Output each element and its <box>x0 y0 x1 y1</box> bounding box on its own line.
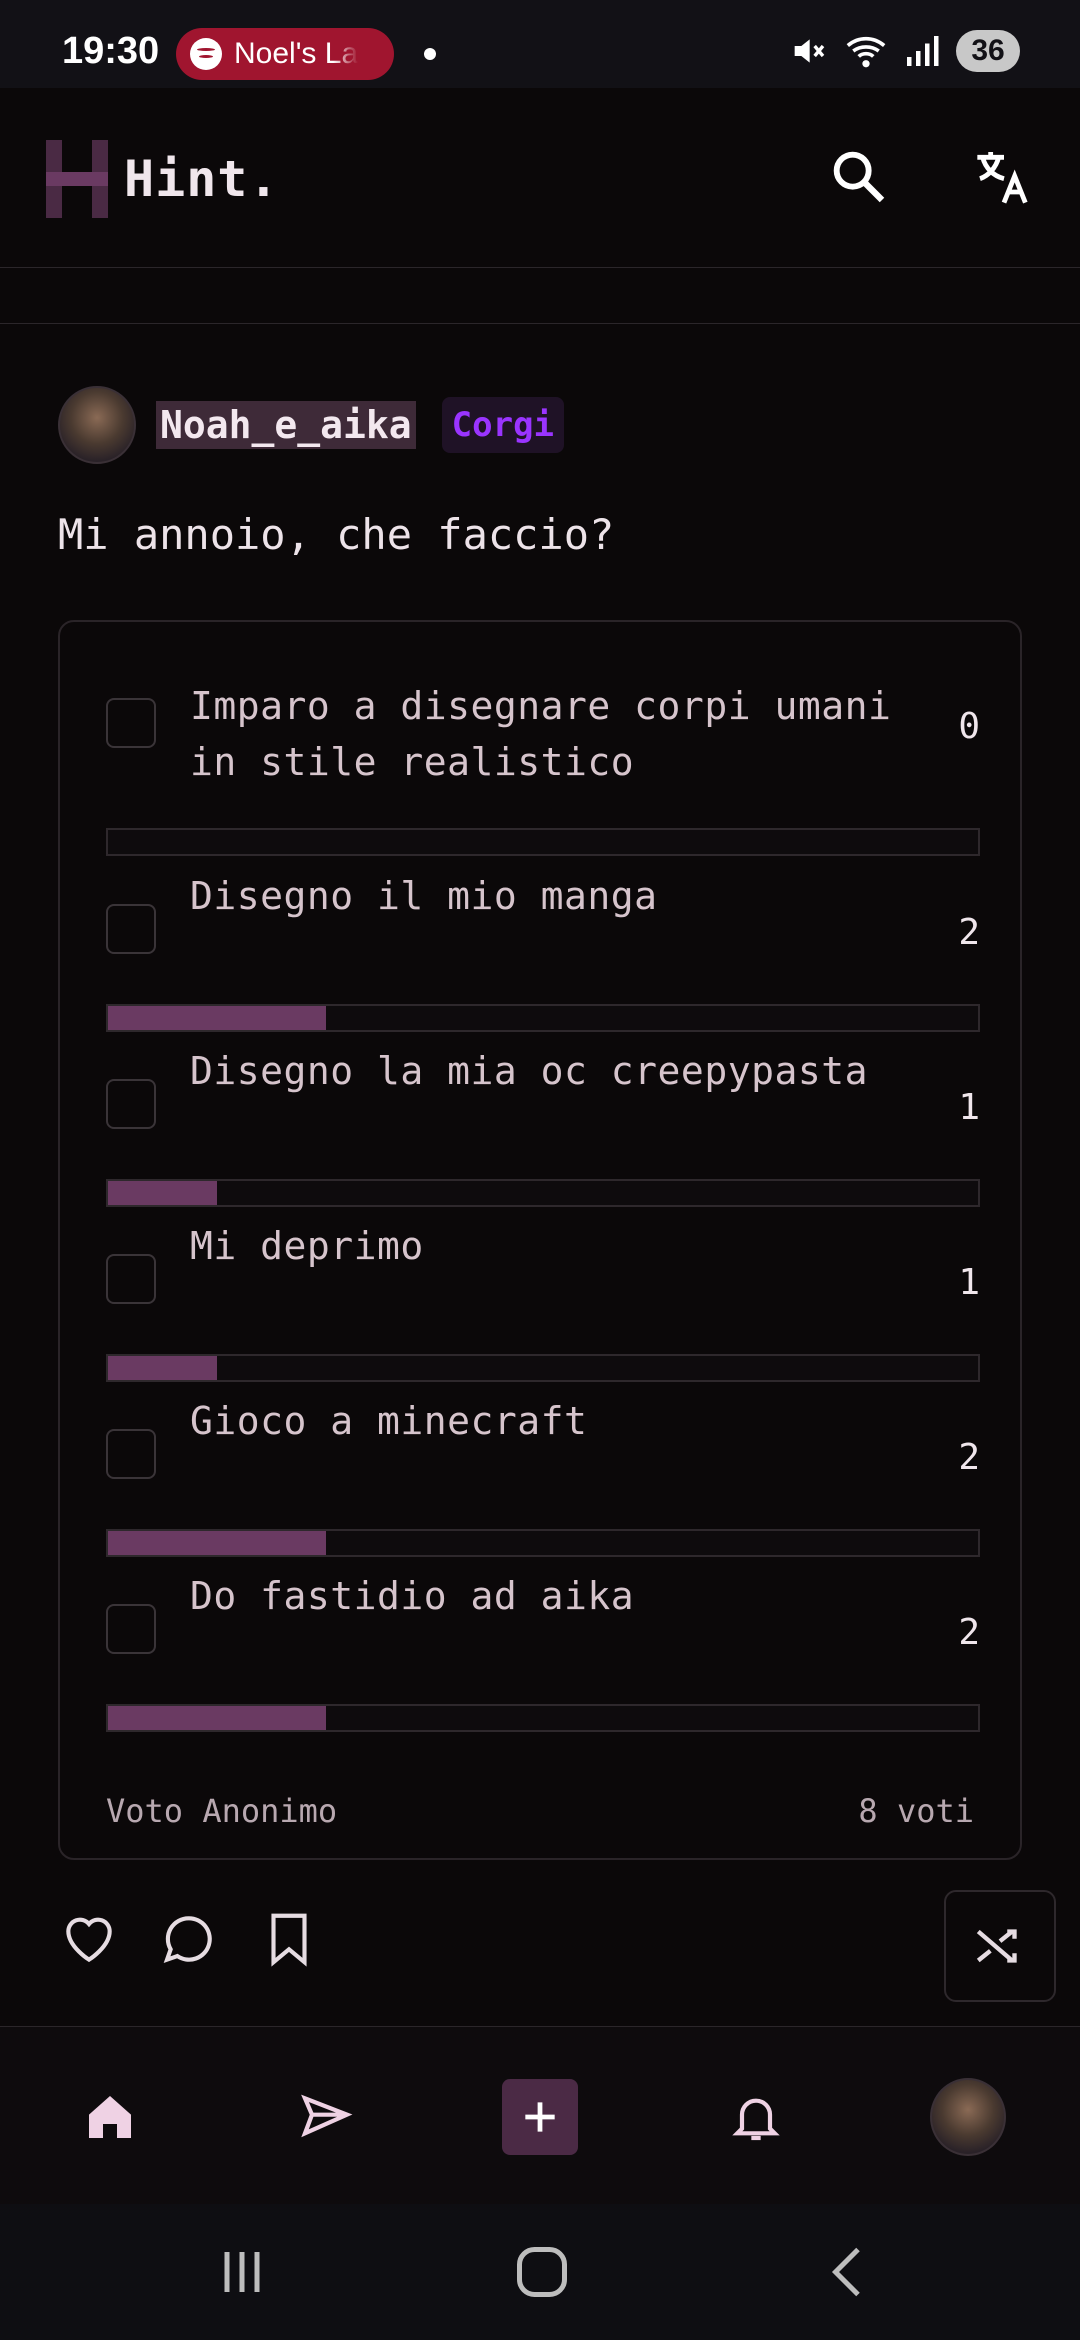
poll-option-label: Gioco a minecraft <box>190 1399 588 1443</box>
poll-total: 8 voti <box>858 1792 974 1830</box>
poll-option-bar-fill <box>108 1181 217 1205</box>
app-name: Hint. <box>124 150 280 208</box>
search-icon[interactable] <box>826 144 890 208</box>
poll-option-label: Mi deprimo <box>190 1224 424 1268</box>
poll-option-bar <box>106 1004 980 1032</box>
comment-icon[interactable] <box>158 1908 220 1970</box>
poll-option-count: 1 <box>958 1262 980 1303</box>
heart-icon[interactable] <box>58 1908 120 1970</box>
post-author[interactable]: Noah_e_aika Corgi <box>58 386 565 464</box>
poll-option-count: 0 <box>958 706 980 747</box>
poll-option-count: 2 <box>958 912 980 953</box>
poll-option-bar-fill <box>108 1531 326 1555</box>
app-logo <box>46 140 108 218</box>
media-pill[interactable]: Noel's La <box>176 28 394 80</box>
header-subbar <box>0 268 1080 324</box>
nav-profile[interactable] <box>930 2078 1006 2156</box>
signal-icon <box>907 36 939 66</box>
mute-icon <box>794 39 825 63</box>
poll-option-bar <box>106 1704 980 1732</box>
system-navigation <box>0 2204 1080 2340</box>
poll-option-checkbox[interactable] <box>106 1254 156 1304</box>
profile-avatar <box>930 2078 1006 2156</box>
poll-option-label: Do fastidio ad aika <box>190 1574 635 1618</box>
poll-option-label: Imparo a disegnare corpi umani in stile … <box>190 684 892 784</box>
poll-option-label: Disegno la mia oc creepypasta <box>190 1049 868 1093</box>
bookmark-icon[interactable] <box>258 1908 320 1970</box>
nav-home[interactable] <box>72 2079 148 2155</box>
poll-option-bar <box>106 1179 980 1207</box>
app-header: Hint. <box>0 88 1080 268</box>
poll-option-checkbox[interactable] <box>106 904 156 954</box>
back-icon[interactable] <box>818 2242 878 2302</box>
author-tag: Corgi <box>441 397 565 453</box>
shuffle-icon <box>976 1929 1017 1963</box>
battery-icon: 36 <box>956 30 1020 72</box>
home-button-icon[interactable] <box>512 2242 572 2302</box>
author-username[interactable]: Noah_e_aika <box>156 401 416 449</box>
nav-messages[interactable] <box>288 2079 364 2155</box>
spotify-icon <box>190 38 222 70</box>
poll-option-bar-fill <box>108 1006 326 1030</box>
media-pill-label: Noel's La <box>234 37 359 70</box>
nav-notifications[interactable] <box>718 2079 794 2155</box>
post-actions <box>58 1908 320 1970</box>
home-icon <box>89 2096 131 2138</box>
poll-option-bar <box>106 1529 980 1557</box>
poll: Imparo a disegnare corpi umani in stile … <box>58 620 1022 1860</box>
wifi-icon <box>846 36 886 68</box>
shuffle-button[interactable] <box>944 1890 1056 2002</box>
send-icon <box>301 2094 353 2138</box>
poll-mode: Voto Anonimo <box>106 1792 338 1830</box>
author-avatar[interactable] <box>58 386 136 464</box>
poll-option-checkbox[interactable] <box>106 1429 156 1479</box>
recent-apps-icon[interactable] <box>212 2242 272 2302</box>
poll-option-checkbox[interactable] <box>106 698 156 748</box>
poll-option-checkbox[interactable] <box>106 1604 156 1654</box>
bottom-nav <box>0 2026 1080 2204</box>
add-icon <box>525 2102 555 2132</box>
post-text: Mi annoio, che faccio? <box>58 510 615 559</box>
status-bar: 19:30 Noel's La 36 <box>0 0 1080 88</box>
poll-option-count: 2 <box>958 1437 980 1478</box>
poll-option-checkbox[interactable] <box>106 1079 156 1129</box>
status-time: 19:30 <box>62 30 160 72</box>
poll-option-count: 1 <box>958 1087 980 1128</box>
poll-option-label: Disegno il mio manga <box>190 874 658 918</box>
poll-option-bar-fill <box>108 1706 326 1730</box>
poll-option-bar-fill <box>108 1356 217 1380</box>
notification-dot <box>424 48 436 60</box>
nav-add-button[interactable] <box>502 2079 578 2155</box>
poll-option-count: 2 <box>958 1612 980 1653</box>
poll-option-bar <box>106 828 980 856</box>
bell-icon <box>732 2098 780 2141</box>
poll-option-bar <box>106 1354 980 1382</box>
translate-icon[interactable] <box>972 144 1036 208</box>
